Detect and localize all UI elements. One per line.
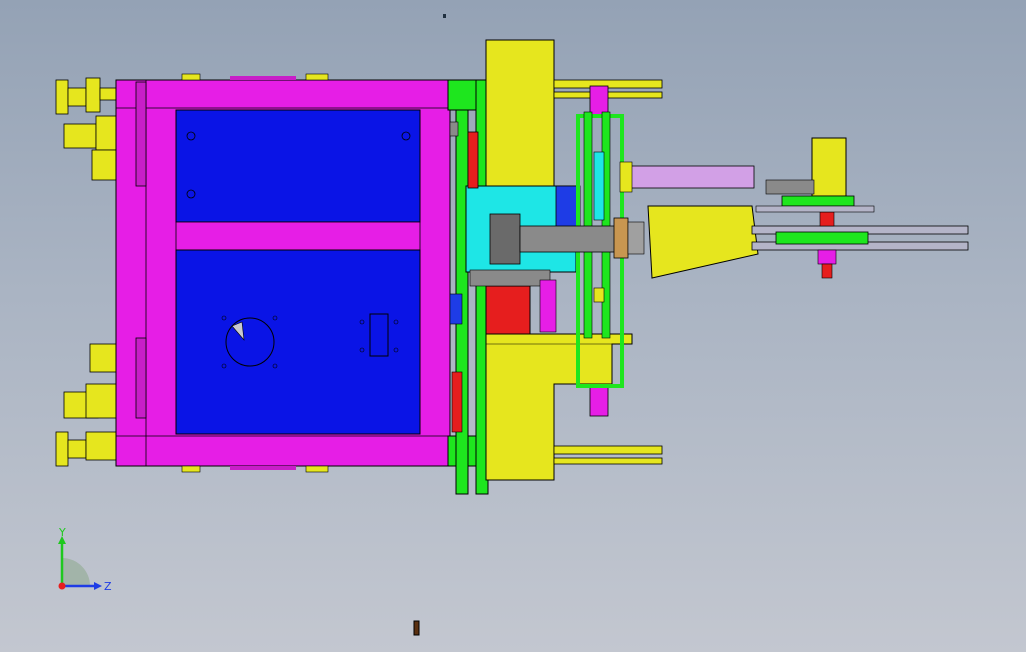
blue-panel-lower[interactable] xyxy=(175,249,421,435)
origin-dot xyxy=(58,582,66,590)
yellow-motor-bracket[interactable] xyxy=(647,205,759,279)
machine-assembly-model[interactable] xyxy=(0,0,1026,652)
y-axis-label: Y xyxy=(58,528,66,539)
z-axis-label: Z xyxy=(104,580,112,593)
cad-3d-viewport[interactable]: Y Z xyxy=(0,0,1026,652)
frame-crossbar xyxy=(175,221,421,251)
stray-mark-top xyxy=(443,14,446,18)
yellow-carriage-upper[interactable] xyxy=(485,39,555,187)
output-rails[interactable] xyxy=(751,211,969,279)
servo-motor[interactable] xyxy=(755,137,875,213)
lavender-actuator[interactable] xyxy=(619,161,755,193)
coordinate-triad: Y Z xyxy=(58,528,112,593)
blue-panel-upper[interactable] xyxy=(175,109,421,223)
triad-plane xyxy=(62,558,90,586)
stray-mark-bottom xyxy=(413,620,420,636)
